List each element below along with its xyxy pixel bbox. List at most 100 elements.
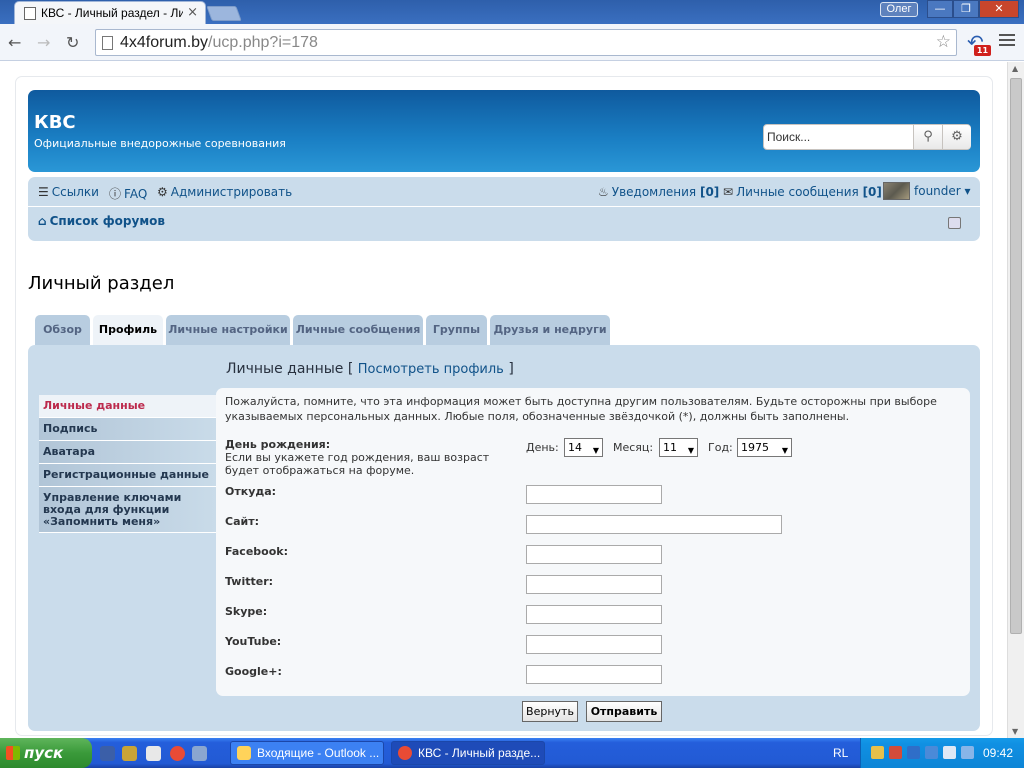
quicklaunch-chrome-icon[interactable] bbox=[170, 746, 185, 761]
user-menu[interactable]: founder ▾ bbox=[914, 184, 971, 198]
quick-links-menu[interactable]: ☰ Ссылки bbox=[38, 185, 99, 199]
scroll-down-icon[interactable]: ▼ bbox=[1012, 727, 1018, 736]
reload-button[interactable]: ↻ bbox=[66, 33, 79, 52]
show-desktop-icon[interactable] bbox=[100, 746, 115, 761]
tab-profile[interactable]: Профиль bbox=[93, 315, 163, 346]
messages-count: [0] bbox=[862, 185, 882, 199]
messages-link[interactable]: ✉ Личные сообщения [0] bbox=[723, 185, 882, 199]
menu-item-personal-data[interactable]: Личные данные bbox=[39, 395, 216, 418]
chevron-down-icon: ▼ bbox=[781, 446, 788, 455]
skype-row: Skype: bbox=[225, 605, 965, 633]
advanced-search-gear-icon[interactable]: ⚙ bbox=[942, 125, 971, 149]
extension-badge: 11 bbox=[974, 45, 991, 56]
browser-user-badge[interactable]: Олег bbox=[880, 2, 918, 17]
day-select[interactable]: 14 ▼ bbox=[564, 438, 603, 457]
location-input[interactable] bbox=[526, 485, 662, 504]
tray-security-icon[interactable] bbox=[889, 746, 902, 759]
browser-toolbar: ← → ↻ 4x4forum.by/ucp.php?i=178 ☆ ↶ 11 bbox=[0, 24, 1024, 61]
twitter-input[interactable] bbox=[526, 575, 662, 594]
scroll-thumb[interactable] bbox=[1010, 78, 1022, 634]
browser-tab[interactable]: КВС - Личный раздел - Лич × bbox=[14, 1, 206, 24]
tray-network-icon[interactable] bbox=[871, 746, 884, 759]
facebook-input[interactable] bbox=[526, 545, 662, 564]
menu-item-avatar[interactable]: Аватара bbox=[39, 441, 216, 464]
back-button[interactable]: ← bbox=[8, 33, 21, 52]
messages-label: Личные сообщения bbox=[736, 185, 859, 199]
avatar[interactable] bbox=[883, 182, 910, 200]
page-scrollbar[interactable]: ▲ ▼ bbox=[1007, 62, 1024, 738]
bracket-open: [ bbox=[347, 361, 354, 377]
new-tab-button[interactable] bbox=[206, 6, 242, 21]
language-indicator[interactable]: RL bbox=[833, 746, 848, 760]
search-box: Поиск... ⚲ ⚙ bbox=[763, 124, 971, 150]
home-icon: ⌂ bbox=[38, 214, 47, 228]
url-text[interactable]: 4x4forum.by/ucp.php?i=178 bbox=[120, 34, 318, 52]
website-row: Сайт: bbox=[225, 515, 965, 543]
address-bar[interactable]: 4x4forum.by/ucp.php?i=178 ☆ bbox=[95, 29, 957, 56]
submit-button[interactable]: Отправить bbox=[586, 701, 662, 722]
print-icon[interactable] bbox=[948, 217, 961, 229]
bookmark-star-icon[interactable]: ☆ bbox=[936, 32, 951, 52]
admin-label: Администрировать bbox=[170, 185, 293, 199]
skype-input[interactable] bbox=[526, 605, 662, 624]
birthday-description: Если вы укажете год рождения, ваш возрас… bbox=[225, 451, 490, 477]
url-host: 4x4forum.by bbox=[120, 34, 209, 51]
page-icon bbox=[102, 36, 113, 50]
location-label: Откуда: bbox=[225, 485, 277, 498]
taskbar-item-outlook[interactable]: Входящие - Outlook ... bbox=[230, 741, 384, 765]
quick-links-label: Ссылки bbox=[51, 185, 99, 199]
search-input[interactable]: Поиск... bbox=[767, 130, 810, 144]
admin-link[interactable]: ⚙ Администрировать bbox=[157, 185, 292, 199]
youtube-input[interactable] bbox=[526, 635, 662, 654]
search-icon[interactable]: ⚲ bbox=[913, 125, 942, 149]
extension-icon[interactable]: ↶ 11 bbox=[966, 30, 991, 56]
menu-item-registration[interactable]: Регистрационные данные bbox=[39, 464, 216, 487]
privacy-notice: Пожалуйста, помните, что эта информация … bbox=[225, 395, 937, 423]
googleplus-input[interactable] bbox=[526, 665, 662, 684]
tab-overview[interactable]: Обзор bbox=[35, 315, 90, 345]
scroll-up-icon[interactable]: ▲ bbox=[1012, 64, 1018, 73]
taskbar-item-outlook-label: Входящие - Outlook ... bbox=[257, 746, 380, 760]
reset-button[interactable]: Вернуть bbox=[522, 701, 578, 722]
tab-title: КВС - Личный раздел - Лич bbox=[41, 6, 183, 20]
envelope-icon: ✉ bbox=[723, 185, 734, 199]
menu-item-autologin-keys[interactable]: Управление ключами входа для функции «За… bbox=[39, 487, 216, 533]
quicklaunch-window-icon[interactable] bbox=[192, 746, 207, 761]
page-viewport: КВС Официальные внедорожные соревнования… bbox=[0, 62, 1007, 738]
site-description: Официальные внедорожные соревнования bbox=[34, 137, 286, 150]
menu-item-signature[interactable]: Подпись bbox=[39, 418, 216, 441]
notifications-link[interactable]: ♨ Уведомления [0] bbox=[598, 185, 719, 199]
window-minimize-button[interactable]: — bbox=[927, 0, 953, 18]
site-title[interactable]: КВС bbox=[34, 112, 76, 133]
website-input[interactable] bbox=[526, 515, 782, 534]
tray-volume-icon[interactable] bbox=[943, 746, 956, 759]
taskbar-item-browser[interactable]: КВС - Личный разде... bbox=[391, 741, 545, 765]
view-profile-link[interactable]: Посмотреть профиль bbox=[358, 362, 504, 377]
quicklaunch-mail-icon[interactable] bbox=[146, 746, 161, 761]
ucp-panel: Личные данные Подпись Аватара Регистраци… bbox=[28, 345, 980, 731]
bell-icon: ♨ bbox=[598, 185, 609, 199]
forum-index-label: Список форумов bbox=[49, 214, 165, 228]
start-button[interactable]: пуск bbox=[0, 738, 92, 768]
year-select[interactable]: 1975 ▼ bbox=[737, 438, 792, 457]
navbar-bottom-row: ⌂ Список форумов bbox=[28, 208, 980, 238]
window-close-button[interactable]: ✕ bbox=[979, 0, 1019, 18]
tray-connection-icon[interactable] bbox=[925, 746, 938, 759]
browser-menu-icon[interactable] bbox=[999, 34, 1015, 48]
quicklaunch-app-icon[interactable] bbox=[122, 746, 137, 761]
window-maximize-button[interactable]: ❐ bbox=[953, 0, 979, 18]
twitter-row: Twitter: bbox=[225, 575, 965, 603]
faq-link[interactable]: ⓘ FAQ bbox=[109, 185, 147, 202]
twitter-label: Twitter: bbox=[225, 575, 274, 588]
tab-friends-foes[interactable]: Друзья и недруги bbox=[490, 315, 610, 345]
tray-display-icon[interactable] bbox=[907, 746, 920, 759]
notifications-label: Уведомления bbox=[611, 185, 697, 199]
tab-groups[interactable]: Группы bbox=[426, 315, 487, 345]
tab-private-messages[interactable]: Личные сообщения bbox=[293, 315, 423, 345]
forum-index-link[interactable]: ⌂ Список форумов bbox=[38, 214, 165, 228]
tab-close-icon[interactable]: × bbox=[187, 5, 198, 20]
forward-button[interactable]: → bbox=[37, 33, 50, 52]
month-select[interactable]: 11 ▼ bbox=[659, 438, 698, 457]
tray-misc-icon[interactable] bbox=[961, 746, 974, 759]
tab-preferences[interactable]: Личные настройки bbox=[166, 315, 290, 345]
